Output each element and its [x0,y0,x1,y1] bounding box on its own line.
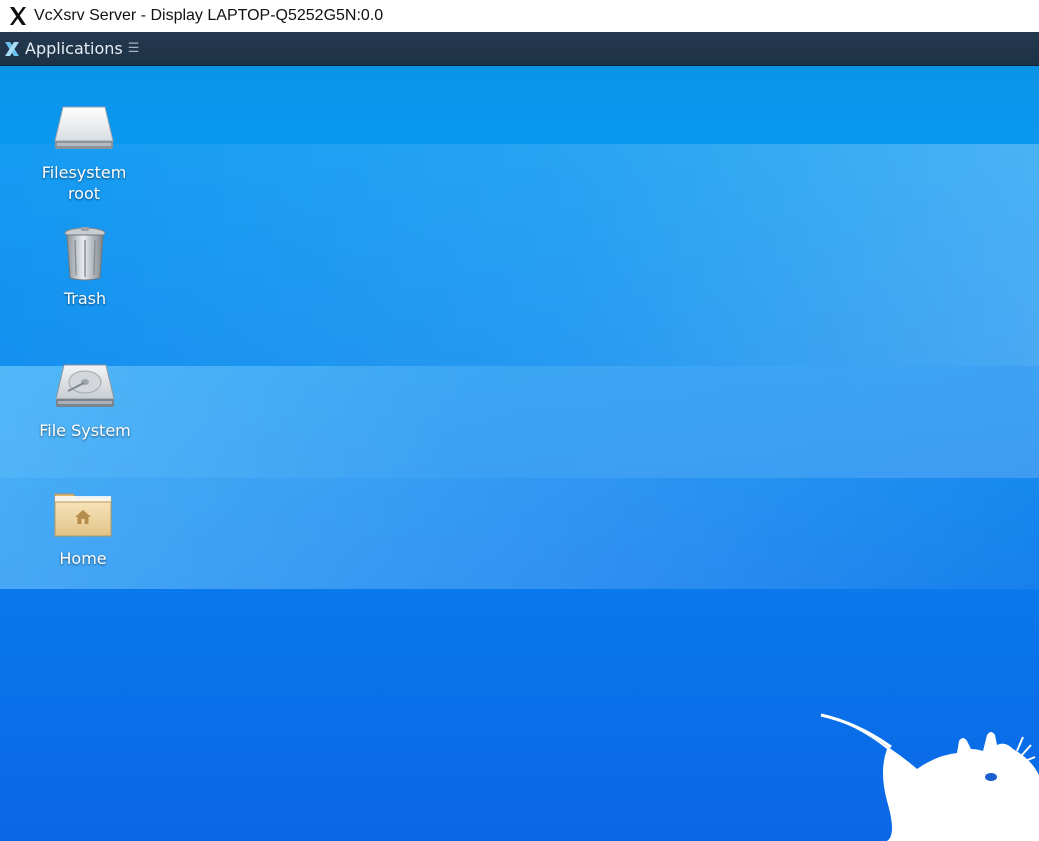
hard-disk-icon [53,358,117,414]
desktop-icon-label: Trash [63,289,107,308]
xfce-icon [3,40,21,58]
xfce-panel: Applications ☰ [0,32,1039,66]
desktop-icon-home[interactable]: Home [23,486,143,569]
desktop-icon-filesystem-root[interactable]: Filesystem root [24,100,144,204]
desktop-icon-label: Home [59,549,107,568]
wallpaper-band [0,366,1039,478]
window-title: VcXsrv Server - Display LAPTOP-Q5252G5N:… [34,7,384,24]
desktop-icon-label: Filesystem root [41,163,127,203]
applications-label: Applications [25,39,123,58]
wallpaper-band [0,66,1039,144]
desktop[interactable]: Filesystem root Trash File System Home C… [0,66,1039,841]
desktop-icon-trash[interactable]: Trash [25,226,145,309]
wallpaper-band [0,144,1039,366]
window-title-bar[interactable]: VcXsrv Server - Display LAPTOP-Q5252G5N:… [0,0,1039,32]
drive-icon [52,100,116,156]
wallpaper-band [0,478,1039,589]
desktop-icon-file-system[interactable]: File System [25,358,145,441]
desktop-icon-label: File System [39,421,131,440]
home-folder-icon [51,486,115,542]
menu-icon: ☰ [127,41,140,56]
vcxsrv-window: VcXsrv Server - Display LAPTOP-Q5252G5N:… [0,0,1039,841]
x-logo-icon [8,6,28,26]
watermark-text: CSDN @非晚非晚 [901,815,1023,832]
applications-menu-button[interactable]: Applications ☰ [0,32,144,65]
trash-icon [53,226,117,282]
